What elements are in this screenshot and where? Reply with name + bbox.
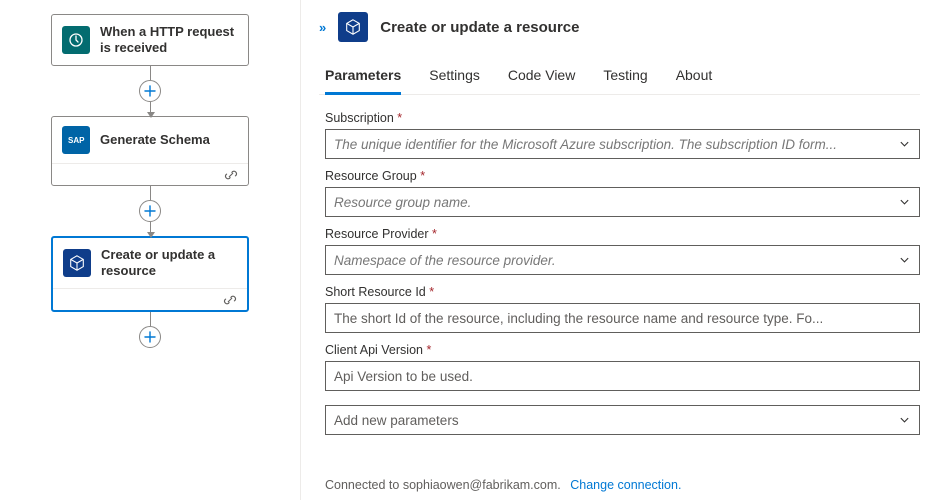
- tab-code-view[interactable]: Code View: [508, 60, 575, 95]
- resource-provider-dropdown[interactable]: Namespace of the resource provider.: [325, 245, 920, 275]
- field-label: Client Api Version *: [325, 343, 920, 357]
- workflow-node-create-or-update[interactable]: Create or update a resource: [51, 236, 249, 312]
- parameters-form: Subscription * The unique identifier for…: [319, 111, 920, 472]
- field-label: Subscription *: [325, 111, 920, 125]
- field-client-api-version: Client Api Version * Api Version to be u…: [325, 343, 920, 391]
- chevron-down-icon: [899, 139, 910, 150]
- field-add-new-parameters: Add new parameters: [325, 405, 920, 435]
- node-header: SAP Generate Schema: [52, 117, 248, 163]
- node-header: Create or update a resource: [53, 238, 247, 288]
- panel-tabs: Parameters Settings Code View Testing Ab…: [319, 60, 920, 95]
- placeholder-text: Namespace of the resource provider.: [334, 253, 556, 268]
- connector: [150, 186, 151, 200]
- placeholder-text: The short Id of the resource, including …: [334, 311, 823, 326]
- link-icon: [223, 293, 237, 307]
- tab-testing[interactable]: Testing: [603, 60, 647, 95]
- panel-title: Create or update a resource: [380, 19, 579, 36]
- arm-cube-icon: [338, 12, 368, 42]
- field-label: Resource Group *: [325, 169, 920, 183]
- action-panel: » Create or update a resource Parameters…: [300, 0, 950, 500]
- field-short-resource-id: Short Resource Id * The short Id of the …: [325, 285, 920, 333]
- add-step-button[interactable]: [139, 200, 161, 222]
- node-footer: [53, 288, 247, 310]
- client-api-version-input[interactable]: Api Version to be used.: [325, 361, 920, 391]
- workflow-node-generate-schema[interactable]: SAP Generate Schema: [51, 116, 249, 186]
- sap-icon: SAP: [62, 126, 90, 154]
- tab-about[interactable]: About: [676, 60, 713, 95]
- field-label: Resource Provider *: [325, 227, 920, 241]
- placeholder-text: Api Version to be used.: [334, 369, 473, 384]
- field-resource-group: Resource Group * Resource group name.: [325, 169, 920, 217]
- add-step-button[interactable]: [139, 80, 161, 102]
- link-icon: [224, 168, 238, 182]
- node-title: Create or update a resource: [101, 247, 237, 279]
- designer-canvas: When a HTTP request is received SAP Gene…: [0, 0, 300, 500]
- node-footer: [52, 163, 248, 185]
- node-header: When a HTTP request is received: [52, 15, 248, 65]
- add-step-button[interactable]: [139, 326, 161, 348]
- tab-settings[interactable]: Settings: [429, 60, 480, 95]
- resource-group-dropdown[interactable]: Resource group name.: [325, 187, 920, 217]
- node-title: When a HTTP request is received: [100, 24, 238, 56]
- svg-text:SAP: SAP: [68, 136, 85, 145]
- connector: [150, 102, 151, 116]
- field-label: Short Resource Id *: [325, 285, 920, 299]
- change-connection-link[interactable]: Change connection.: [570, 478, 681, 492]
- connection-footer: Connected to sophiaowen@fabrikam.com. Ch…: [319, 472, 920, 492]
- field-subscription: Subscription * The unique identifier for…: [325, 111, 920, 159]
- placeholder-text: Add new parameters: [334, 413, 459, 428]
- connector: [150, 312, 151, 326]
- tab-parameters[interactable]: Parameters: [325, 60, 401, 95]
- connected-account: sophiaowen@fabrikam.com.: [403, 478, 561, 492]
- placeholder-text: Resource group name.: [334, 195, 471, 210]
- connected-to-label: Connected to: [325, 478, 403, 492]
- short-resource-id-input[interactable]: The short Id of the resource, including …: [325, 303, 920, 333]
- arm-cube-icon: [63, 249, 91, 277]
- connector: [150, 66, 151, 80]
- chevron-down-icon: [899, 197, 910, 208]
- panel-header: » Create or update a resource: [319, 12, 920, 42]
- http-trigger-icon: [62, 26, 90, 54]
- subscription-dropdown[interactable]: The unique identifier for the Microsoft …: [325, 129, 920, 159]
- field-resource-provider: Resource Provider * Namespace of the res…: [325, 227, 920, 275]
- placeholder-text: The unique identifier for the Microsoft …: [334, 137, 837, 152]
- add-new-parameters-dropdown[interactable]: Add new parameters: [325, 405, 920, 435]
- node-title: Generate Schema: [100, 132, 210, 148]
- chevron-down-icon: [899, 255, 910, 266]
- collapse-panel-button[interactable]: »: [319, 12, 326, 35]
- connector: [150, 222, 151, 236]
- chevron-down-icon: [899, 415, 910, 426]
- workflow-node-trigger[interactable]: When a HTTP request is received: [51, 14, 249, 66]
